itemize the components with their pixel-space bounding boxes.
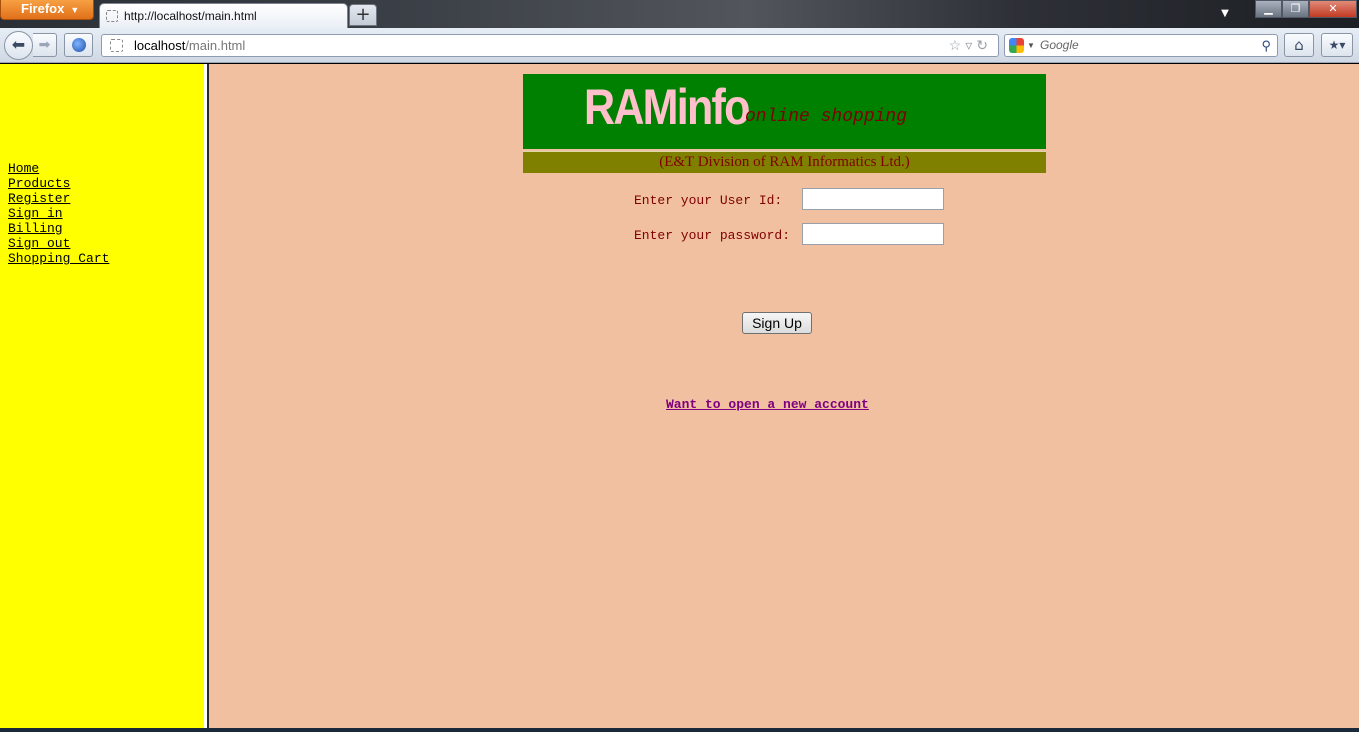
company-subtitle: (E&T Division of RAM Informatics Ltd.) (523, 151, 1046, 173)
forward-button[interactable]: ➡ (33, 33, 57, 57)
tagline: online shopping (745, 107, 908, 127)
browser-tab[interactable]: http://localhost/main.html (99, 3, 348, 29)
new-tab-button[interactable]: + (349, 4, 377, 26)
url-text: localhost/main.html (134, 35, 245, 56)
page-favicon-icon (110, 39, 123, 52)
userid-input[interactable] (802, 188, 944, 210)
window-titlebar: Firefox ▼ http://localhost/main.html + ▼ … (0, 0, 1359, 29)
search-icon[interactable]: ⚲ (1261, 35, 1271, 56)
password-input[interactable] (802, 223, 944, 245)
web-page: Home Products Register Sign in Billing S… (0, 64, 1359, 728)
sidebar-link-shopping-cart[interactable]: Shopping Cart (8, 251, 109, 266)
url-path: /main.html (185, 38, 246, 53)
close-icon: ✕ (1328, 2, 1338, 15)
url-host: localhost (134, 38, 186, 53)
list-all-tabs-button[interactable]: ▼ (1216, 6, 1234, 22)
search-placeholder: Google (1040, 38, 1079, 52)
brand-logo-text: RAMinfo (584, 79, 750, 135)
sidebar-link-billing[interactable]: Billing (8, 221, 109, 236)
firefox-menu-label: Firefox (21, 1, 65, 16)
sidebar-frame: Home Products Register Sign in Billing S… (0, 64, 204, 728)
home-button[interactable]: ⌂ (1284, 33, 1314, 57)
sidebar-link-products[interactable]: Products (8, 176, 109, 191)
reload-icon[interactable]: ↻ (976, 37, 992, 53)
frame-divider[interactable] (204, 64, 209, 728)
globe-icon (71, 38, 86, 52)
url-actions: ☆▿↻ (949, 35, 992, 56)
arrow-left-icon: ⬅ (11, 35, 26, 54)
home-icon: ⌂ (1294, 36, 1304, 54)
bookmark-star-icon[interactable]: ☆ (949, 37, 966, 53)
page-favicon-icon (106, 10, 118, 22)
chevron-down-icon: ▼ (70, 4, 80, 15)
minimize-icon: ▁ (1264, 2, 1273, 15)
userid-label: Enter your User Id: (634, 193, 783, 208)
close-window-button[interactable]: ✕ (1309, 0, 1357, 18)
maximize-button[interactable]: ❐ (1282, 0, 1309, 18)
site-identity-button[interactable] (64, 33, 93, 57)
bookmarks-button[interactable]: ★▾ (1321, 33, 1353, 57)
tab-title: http://localhost/main.html (124, 9, 257, 23)
firefox-menu-button[interactable]: Firefox ▼ (0, 0, 94, 20)
chevron-down-icon: ▼ (1221, 8, 1229, 19)
chevron-down-icon: ▼ (1027, 41, 1035, 50)
search-bar[interactable]: ▼ Google ⚲ (1004, 34, 1278, 57)
password-label: Enter your password: (634, 228, 791, 243)
back-button[interactable]: ⬅ (4, 31, 33, 60)
window-controls: ▁ ❐ ✕ (1255, 0, 1359, 18)
new-account-link[interactable]: Want to open a new account (666, 397, 869, 412)
google-logo-icon[interactable] (1009, 38, 1024, 53)
minimize-button[interactable]: ▁ (1255, 0, 1282, 18)
os-taskbar-edge (0, 728, 1359, 732)
plus-icon: + (355, 4, 371, 25)
bookmarks-icon: ★▾ (1328, 38, 1346, 52)
restore-icon: ❐ (1290, 2, 1301, 15)
navigation-toolbar: ⬅ ➡ localhost/main.html ☆▿↻ ▼ Google ⚲ ⌂… (0, 28, 1359, 63)
sidebar-nav: Home Products Register Sign in Billing S… (8, 161, 109, 266)
sidebar-link-register[interactable]: Register (8, 191, 109, 206)
sidebar-link-sign-in[interactable]: Sign in (8, 206, 109, 221)
sidebar-link-home[interactable]: Home (8, 161, 109, 176)
header-banner: RAMinfo online shopping (523, 74, 1046, 149)
sidebar-link-sign-out[interactable]: Sign out (8, 236, 109, 251)
address-bar[interactable]: localhost/main.html ☆▿↻ (101, 34, 999, 57)
history-dropdown-icon[interactable]: ▿ (965, 37, 976, 53)
arrow-right-icon: ➡ (38, 37, 51, 53)
sign-up-button[interactable]: Sign Up (742, 312, 812, 334)
